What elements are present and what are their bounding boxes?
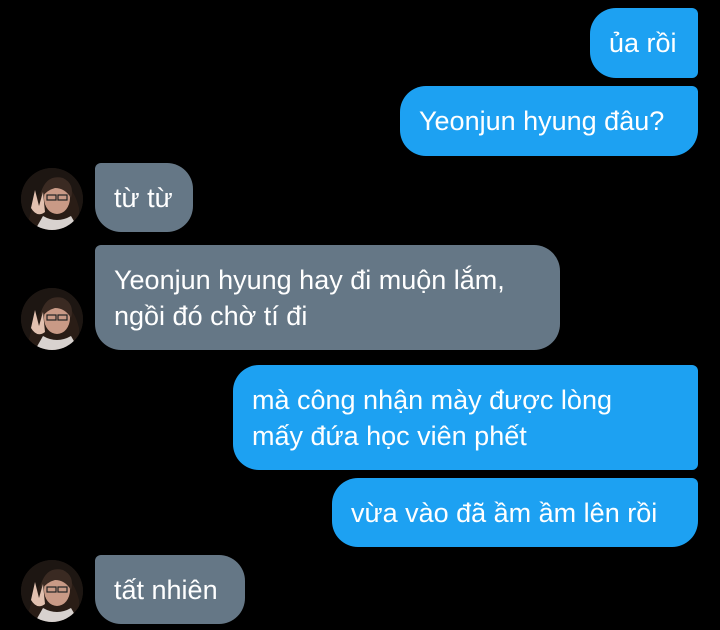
message-text: Yeonjun hyung đâu? <box>419 106 665 136</box>
message-bubble-received[interactable]: từ từ <box>95 163 193 232</box>
message-text: vừa vào đã ầm ầm lên rồi <box>351 497 658 528</box>
message-text: tất nhiên <box>114 574 218 605</box>
avatar-photo-icon <box>21 560 83 622</box>
avatar[interactable] <box>21 168 83 230</box>
message-bubble-received[interactable]: tất nhiên <box>95 555 245 624</box>
message-bubble-sent[interactable]: ủa rồi <box>590 8 698 78</box>
message-text: từ từ <box>114 182 173 213</box>
message-text-line: mấy đứa học viên phết <box>252 420 527 451</box>
message-bubble-sent[interactable]: mà công nhận mày được lòng mấy đứa học v… <box>233 365 698 470</box>
message-text-line: ngồi đó chờ tí đi <box>114 300 308 331</box>
avatar-photo-icon <box>21 288 83 350</box>
avatar[interactable] <box>21 288 83 350</box>
message-bubble-received[interactable]: Yeonjun hyung hay đi muộn lắm, ngồi đó c… <box>95 245 560 350</box>
message-text-line: Yeonjun hyung hay đi muộn lắm, <box>114 264 505 295</box>
avatar-photo-icon <box>21 168 83 230</box>
message-text: ủa rồi <box>609 28 677 58</box>
message-text-line: mà công nhận mày được lòng <box>252 384 612 415</box>
avatar[interactable] <box>21 560 83 622</box>
message-bubble-sent[interactable]: Yeonjun hyung đâu? <box>400 86 698 156</box>
message-bubble-sent[interactable]: vừa vào đã ầm ầm lên rồi <box>332 478 698 547</box>
